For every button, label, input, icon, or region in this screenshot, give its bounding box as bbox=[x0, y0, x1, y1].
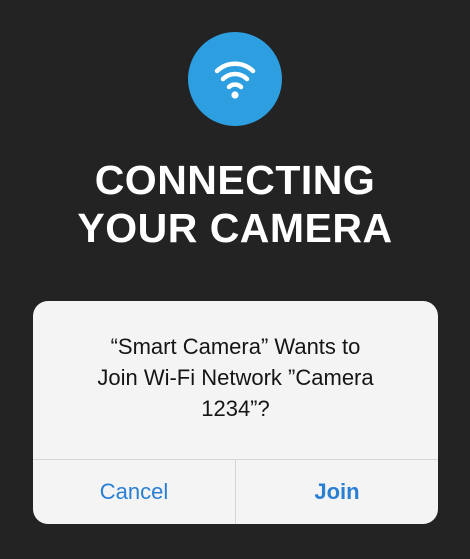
wifi-join-alert: “Smart Camera” Wants to Join Wi-Fi Netwo… bbox=[33, 301, 438, 524]
alert-message-line-2: Join Wi-Fi Network ”Camera bbox=[97, 365, 374, 390]
page-title: CONNECTING YOUR CAMERA bbox=[0, 156, 470, 252]
title-line-1: CONNECTING bbox=[94, 157, 376, 203]
alert-message-line-1: “Smart Camera” Wants to bbox=[110, 334, 361, 359]
alert-message-line-3: 1234”? bbox=[201, 396, 270, 421]
wifi-icon bbox=[214, 61, 256, 99]
join-button[interactable]: Join bbox=[236, 460, 438, 524]
title-line-2: YOUR CAMERA bbox=[77, 205, 393, 251]
wifi-status-badge bbox=[188, 32, 282, 126]
alert-message: “Smart Camera” Wants to Join Wi-Fi Netwo… bbox=[33, 331, 438, 424]
cancel-button[interactable]: Cancel bbox=[33, 460, 235, 524]
